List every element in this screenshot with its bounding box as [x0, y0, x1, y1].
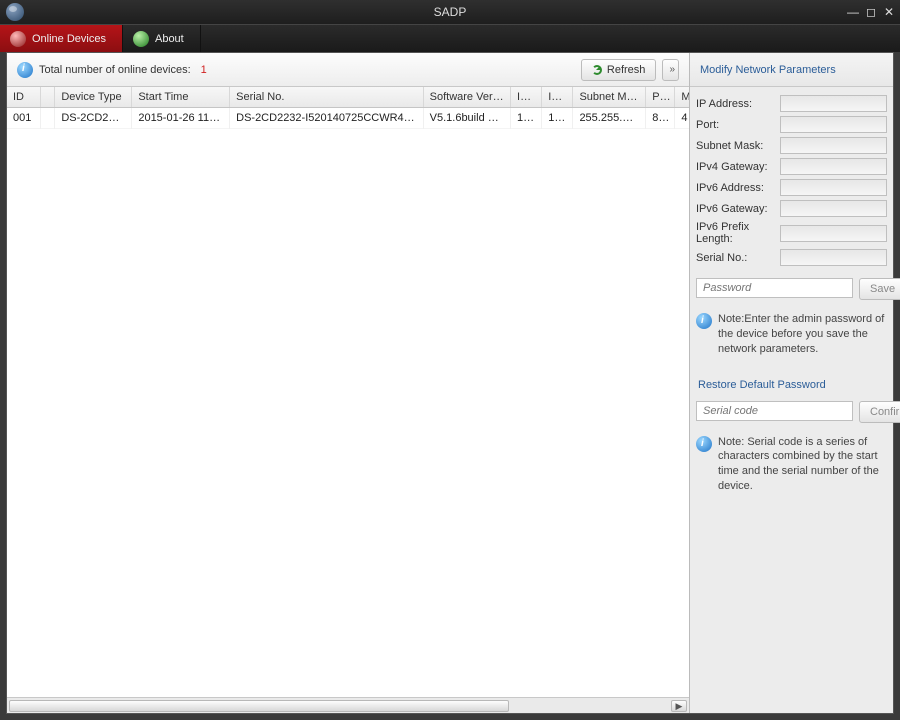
col-device-type[interactable]: Device Type — [55, 87, 132, 108]
table-row[interactable]: 001 DS-2CD2232-I5 2015-01-26 11:06:04 DS… — [7, 108, 689, 129]
online-devices-icon — [10, 31, 26, 47]
cell-mac: 44... — [675, 108, 689, 129]
toolbar: Total number of online devices: 1 Refres… — [7, 53, 689, 87]
col-serial[interactable]: Serial No. — [230, 87, 424, 108]
confirm-button[interactable]: Confirm — [859, 401, 900, 423]
input-v6addr[interactable] — [780, 179, 887, 196]
maximize-button[interactable]: ◻ — [864, 5, 878, 19]
col-blank[interactable] — [40, 87, 55, 108]
label-ip: IP Address: — [696, 98, 776, 110]
tab-online-devices[interactable]: Online Devices — [0, 25, 123, 52]
minimize-button[interactable]: — — [846, 5, 860, 19]
note-save: Note:Enter the admin password of the dev… — [718, 312, 887, 357]
cell-device-type: DS-2CD2232-I5 — [55, 108, 132, 129]
info-icon — [696, 313, 712, 329]
scrollbar-thumb[interactable] — [9, 700, 509, 712]
cell-sw: V5.1.6build 140412 — [423, 108, 510, 129]
tab-strip: Online Devices About — [0, 24, 900, 52]
cell-ipv4g: 10.... — [511, 108, 542, 129]
total-devices-count: 1 — [201, 64, 207, 76]
col-mac[interactable]: MAC A — [675, 87, 689, 108]
label-serialno: Serial No.: — [696, 252, 776, 264]
label-subnet: Subnet Mask: — [696, 140, 776, 152]
horizontal-scrollbar[interactable]: ▶ — [7, 697, 689, 713]
device-table[interactable]: ID Device Type Start Time Serial No. Sof… — [7, 87, 689, 129]
input-ip[interactable] — [780, 95, 887, 112]
restore-section-title: Restore Default Password — [696, 379, 887, 391]
scrollbar-arrow-right[interactable]: ▶ — [671, 700, 687, 712]
side-panel: Modify Network Parameters IP Address: Po… — [690, 53, 893, 713]
input-v6gw[interactable] — [780, 200, 887, 217]
side-panel-title: Modify Network Parameters — [690, 53, 893, 87]
label-v6plen: IPv6 Prefix Length: — [696, 221, 776, 245]
input-v4gw[interactable] — [780, 158, 887, 175]
input-v6plen[interactable] — [780, 225, 887, 242]
refresh-button[interactable]: Refresh — [581, 59, 657, 81]
cell-ipv4a: 10.... — [542, 108, 573, 129]
serial-code-input[interactable] — [696, 401, 853, 421]
col-port[interactable]: Port — [646, 87, 675, 108]
label-port: Port: — [696, 119, 776, 131]
cell-blank — [40, 108, 55, 129]
info-icon — [696, 436, 712, 452]
cell-id: 001 — [7, 108, 40, 129]
input-port[interactable] — [780, 116, 887, 133]
tab-label: About — [155, 33, 184, 45]
device-table-wrap: ID Device Type Start Time Serial No. Sof… — [7, 87, 689, 697]
input-subnet[interactable] — [780, 137, 887, 154]
cell-start-time: 2015-01-26 11:06:04 — [132, 108, 230, 129]
table-header-row: ID Device Type Start Time Serial No. Sof… — [7, 87, 689, 108]
col-ipv4g[interactable]: IPv4 G — [511, 87, 542, 108]
col-id[interactable]: ID — [7, 87, 40, 108]
main-panel: Total number of online devices: 1 Refres… — [7, 53, 690, 713]
close-button[interactable]: ✕ — [882, 5, 896, 19]
cell-subnet: 255.255.255.0 — [573, 108, 646, 129]
cell-port: 80... — [646, 108, 675, 129]
col-software-version[interactable]: Software Version — [423, 87, 510, 108]
app-title: SADP — [434, 5, 467, 19]
tab-about[interactable]: About — [123, 25, 201, 52]
label-v6gw: IPv6 Gateway: — [696, 203, 776, 215]
title-bar: SADP — ◻ ✕ — [0, 0, 900, 24]
expand-button[interactable]: » — [662, 59, 679, 81]
input-serialno[interactable] — [780, 249, 887, 266]
cell-serial: DS-2CD2232-I520140725CCWR473470055 — [230, 108, 424, 129]
info-icon — [17, 62, 33, 78]
save-button[interactable]: Save — [859, 278, 900, 300]
content-area: Total number of online devices: 1 Refres… — [6, 52, 894, 714]
total-devices-label: Total number of online devices: — [39, 64, 191, 76]
col-start-time[interactable]: Start Time — [132, 87, 230, 108]
note-serial: Note: Serial code is a series of charact… — [718, 435, 887, 494]
refresh-icon — [592, 65, 602, 75]
col-ipv4a[interactable]: IPv4 A — [542, 87, 573, 108]
col-subnet[interactable]: Subnet Mask — [573, 87, 646, 108]
label-v6addr: IPv6 Address: — [696, 182, 776, 194]
tab-label: Online Devices — [32, 33, 106, 45]
password-input[interactable] — [696, 278, 853, 298]
app-icon — [6, 3, 24, 21]
chevron-right-icon: » — [669, 64, 672, 75]
label-v4gw: IPv4 Gateway: — [696, 161, 776, 173]
refresh-label: Refresh — [607, 64, 646, 76]
about-icon — [133, 31, 149, 47]
